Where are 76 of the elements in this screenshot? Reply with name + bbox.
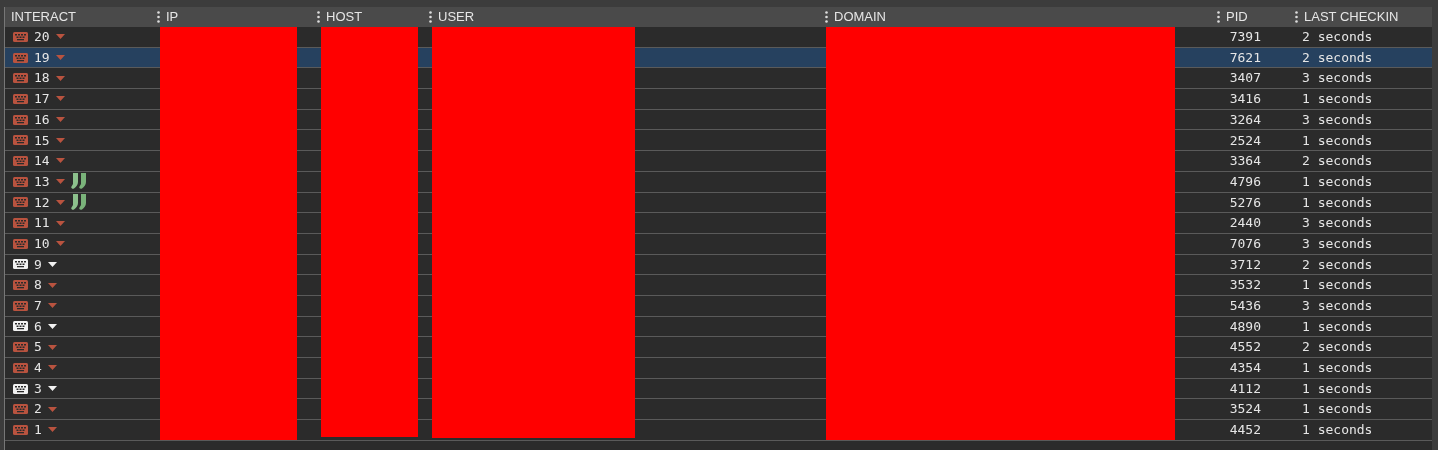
pid-cell-text: 4452 <box>1229 421 1261 440</box>
session-id: 15 <box>34 131 50 150</box>
last-checkin-cell-text: 1 seconds <box>1302 131 1373 150</box>
session-id: 12 <box>34 193 50 212</box>
session-id: 9 <box>34 255 42 274</box>
session-id: 7 <box>34 297 42 316</box>
column-grip-icon[interactable] <box>429 11 432 23</box>
last-checkin-cell-text: 1 seconds <box>1302 379 1373 398</box>
last-checkin-cell-text: 1 seconds <box>1302 276 1373 295</box>
session-id: 8 <box>34 276 42 295</box>
last-checkin-cell-text: 1 seconds <box>1302 400 1373 419</box>
last-checkin-cell-text: 1 seconds <box>1302 193 1373 212</box>
pid-cell-text: 4552 <box>1229 338 1261 357</box>
pid-cell-text: 3416 <box>1229 90 1261 109</box>
pid-cell-text: 3532 <box>1229 276 1261 295</box>
session-id: 6 <box>34 317 42 336</box>
session-id: 14 <box>34 152 50 171</box>
column-header[interactable]: USER <box>438 7 475 27</box>
caret-icon[interactable] <box>47 323 57 329</box>
pid-cell-text: 2440 <box>1229 214 1261 233</box>
last-checkin-cell-text: 1 seconds <box>1302 317 1373 336</box>
column-header[interactable]: INTERACT <box>11 7 76 27</box>
column-grip-icon[interactable] <box>1295 11 1298 23</box>
last-checkin-cell-text: 3 seconds <box>1302 110 1373 129</box>
pid-cell-text: 4354 <box>1229 359 1261 378</box>
session-id: 4 <box>34 359 42 378</box>
last-checkin-cell-text: 2 seconds <box>1302 338 1373 357</box>
pid-cell-text: 7391 <box>1229 28 1261 47</box>
pid-cell-text: 7621 <box>1229 48 1261 67</box>
column-grip-icon[interactable] <box>825 11 828 23</box>
session-id: 17 <box>34 90 50 109</box>
last-checkin-cell-text: 2 seconds <box>1302 48 1373 67</box>
column-grip-icon[interactable] <box>317 11 320 23</box>
last-checkin-cell-text: 2 seconds <box>1302 255 1373 274</box>
session-id: 16 <box>34 110 50 129</box>
session-id: 3 <box>34 379 42 398</box>
last-checkin-cell-text: 1 seconds <box>1302 421 1373 440</box>
session-id: 11 <box>34 214 50 233</box>
session-id: 20 <box>34 28 50 47</box>
pid-cell-text: 3524 <box>1229 400 1261 419</box>
pid-cell-text: 4796 <box>1229 172 1261 191</box>
session-id: 2 <box>34 400 42 419</box>
pid-cell-text: 7076 <box>1229 234 1261 253</box>
column-header[interactable]: HOST <box>326 7 363 27</box>
session-id: 1 <box>34 421 42 440</box>
caret-icon[interactable] <box>47 261 57 267</box>
column-header[interactable]: LAST CHECKIN <box>1304 7 1399 27</box>
session-id: 19 <box>34 48 50 67</box>
session-id: 5 <box>34 338 42 357</box>
pid-cell-text: 3407 <box>1229 69 1261 88</box>
last-checkin-cell-text: 3 seconds <box>1302 69 1373 88</box>
column-grip-icon[interactable] <box>157 11 160 23</box>
session-id: 18 <box>34 69 50 88</box>
pid-cell-text: 5436 <box>1229 297 1261 316</box>
column-header[interactable]: IP <box>166 7 179 27</box>
last-checkin-cell-text: 2 seconds <box>1302 28 1373 47</box>
last-checkin-cell-text: 2 seconds <box>1302 152 1373 171</box>
last-checkin-cell-text: 1 seconds <box>1302 359 1373 378</box>
last-checkin-cell-text: 3 seconds <box>1302 297 1373 316</box>
pid-cell-text: 3364 <box>1229 152 1261 171</box>
session-id: 13 <box>34 172 50 191</box>
pid-cell-text: 4890 <box>1229 317 1261 336</box>
column-header[interactable]: PID <box>1226 7 1248 27</box>
pid-cell-text: 3712 <box>1229 255 1261 274</box>
pid-cell-text: 4112 <box>1229 379 1261 398</box>
last-checkin-cell-text: 1 seconds <box>1302 90 1373 109</box>
pid-cell-text: 3264 <box>1229 110 1261 129</box>
last-checkin-cell-text: 1 seconds <box>1302 172 1373 191</box>
pid-cell-text: 2524 <box>1229 131 1261 150</box>
session-id: 10 <box>34 234 50 253</box>
pid-cell-text: 5276 <box>1229 193 1261 212</box>
column-header[interactable]: DOMAIN <box>834 7 886 27</box>
last-checkin-cell-text: 3 seconds <box>1302 234 1373 253</box>
last-checkin-cell-text: 3 seconds <box>1302 214 1373 233</box>
column-grip-icon[interactable] <box>1217 11 1220 23</box>
caret-icon[interactable] <box>47 386 57 392</box>
